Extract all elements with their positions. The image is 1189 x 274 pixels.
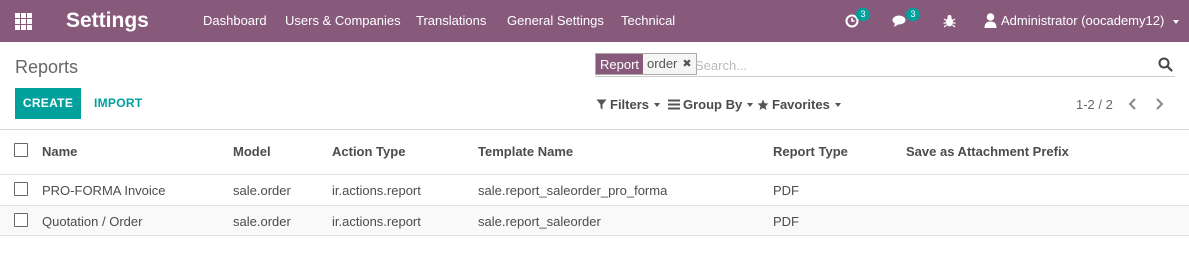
user-menu[interactable]: Administrator (oocademy12) (1001, 13, 1179, 28)
import-button[interactable]: IMPORT (94, 88, 142, 119)
cell-name: PRO-FORMA Invoice (42, 183, 166, 198)
cell-model: sale.order (233, 214, 291, 229)
cell-template-name: sale.report_saleorder (478, 214, 601, 229)
column-header-name[interactable]: Name (42, 144, 77, 159)
chevron-down-icon (654, 102, 661, 107)
breadcrumb: Reports (15, 57, 79, 77)
user-avatar-icon (984, 13, 997, 28)
table-row[interactable]: PRO-FORMA Invoice sale.order ir.actions.… (0, 174, 1189, 205)
pager-next-icon[interactable] (1153, 97, 1165, 111)
debug-bug-icon[interactable] (943, 12, 956, 30)
search-box: Report order ✖ (595, 53, 1175, 77)
table-row[interactable]: Quotation / Order sale.order ir.actions.… (0, 205, 1189, 236)
favorites-label: Favorites (772, 97, 830, 112)
chevron-down-icon (834, 102, 841, 107)
menu-translations[interactable]: Translations (416, 13, 486, 28)
column-header-model[interactable]: Model (233, 144, 271, 159)
facet-value-container: order ✖ (643, 54, 696, 74)
search-facet: Report order ✖ (595, 53, 697, 75)
favorites-dropdown[interactable]: Favorites (757, 97, 841, 112)
chevron-down-icon (1172, 19, 1179, 24)
pager-value[interactable]: 1-2 / 2 (1076, 97, 1113, 112)
cell-report-type: PDF (773, 183, 799, 198)
cell-report-type: PDF (773, 214, 799, 229)
create-button[interactable]: CREATE (15, 88, 81, 119)
activity-count-badge: 3 (856, 8, 870, 21)
column-header-report-type[interactable]: Report Type (773, 144, 848, 159)
app-title: Settings (66, 9, 149, 32)
search-icon[interactable] (1158, 57, 1173, 72)
top-navbar: Settings Dashboard Users & Companies Tra… (0, 0, 1189, 42)
filters-dropdown[interactable]: Filters (596, 97, 661, 112)
user-name: Administrator (oocademy12) (1001, 13, 1165, 28)
control-panel: Reports Report order ✖ CREATE IMPORT Fil… (0, 42, 1189, 130)
group-by-label: Group By (683, 97, 743, 112)
chevron-down-icon (747, 102, 754, 107)
search-input[interactable] (695, 56, 1115, 74)
cell-name: Quotation / Order (42, 214, 143, 229)
cell-template-name: sale.report_saleorder_pro_forma (478, 183, 668, 198)
cell-model: sale.order (233, 183, 291, 198)
messages-count-badge: 3 (906, 8, 920, 21)
row-checkbox[interactable] (14, 213, 28, 227)
group-by-dropdown[interactable]: Group By (668, 97, 754, 112)
row-checkbox[interactable] (14, 182, 28, 196)
column-header-template-name[interactable]: Template Name (478, 144, 573, 159)
facet-remove-icon[interactable]: ✖ (682, 56, 691, 72)
cell-action-type: ir.actions.report (332, 214, 421, 229)
menu-technical[interactable]: Technical (621, 13, 675, 28)
menu-dashboard[interactable]: Dashboard (203, 13, 267, 28)
cell-action-type: ir.actions.report (332, 183, 421, 198)
star-icon (757, 99, 769, 110)
apps-menu-icon[interactable] (15, 13, 32, 30)
pager-previous-icon[interactable] (1127, 97, 1139, 111)
menu-general-settings[interactable]: General Settings (507, 13, 604, 28)
group-by-icon (668, 99, 680, 110)
filter-icon (596, 99, 607, 110)
select-all-checkbox[interactable] (14, 143, 28, 157)
filters-label: Filters (610, 97, 650, 112)
facet-value: order (647, 56, 678, 71)
menu-users-companies[interactable]: Users & Companies (285, 13, 401, 28)
table-header-row: Name Model Action Type Template Name Rep… (0, 136, 1189, 168)
column-header-attachment-prefix[interactable]: Save as Attachment Prefix (906, 144, 1069, 159)
column-header-action-type[interactable]: Action Type (332, 144, 405, 159)
facet-label: Report (596, 54, 644, 74)
